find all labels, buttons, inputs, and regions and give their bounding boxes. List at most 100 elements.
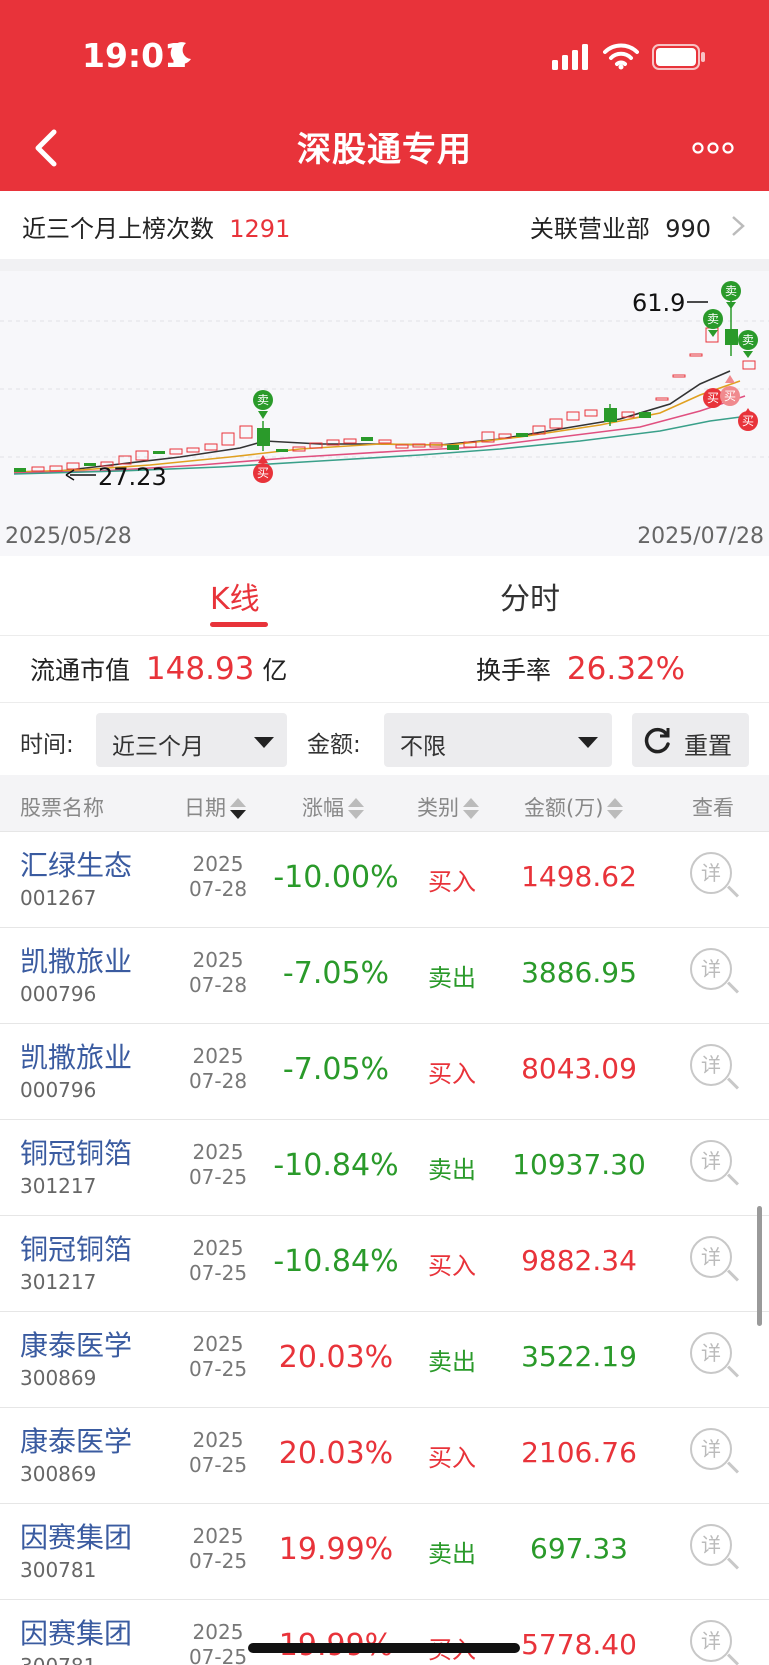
detail-search-icon[interactable]: 详: [688, 1042, 742, 1098]
stock-code: 301217: [20, 1174, 97, 1198]
change-percent: -7.05%: [282, 1052, 390, 1087]
wifi-icon: [603, 43, 639, 70]
stock-code: 301217: [20, 1270, 97, 1294]
detail-search-icon[interactable]: 详: [688, 946, 742, 1002]
date-year: 2025: [192, 1236, 244, 1260]
related-branch-link[interactable]: 关联营业部 990: [530, 209, 711, 244]
stock-name[interactable]: 铜冠铜箔: [20, 1132, 132, 1172]
page-title: 深股通专用: [297, 130, 472, 170]
table-row[interactable]: 凯撒旅业 000796 2025 07-28 -7.05% 买入 8043.09 …: [0, 1024, 769, 1120]
stock-name[interactable]: 康泰医学: [20, 1324, 132, 1364]
detail-search-icon[interactable]: 详: [688, 1426, 742, 1482]
table-row[interactable]: 汇绿生态 001267 2025 07-28 -10.00% 买入 1498.62…: [0, 832, 769, 928]
stock-name[interactable]: 因赛集团: [20, 1612, 132, 1652]
col-stock-name: 股票名称: [20, 796, 104, 820]
trade-type: 买入: [428, 868, 476, 896]
detail-search-icon[interactable]: 详: [688, 1330, 742, 1386]
detail-search-icon[interactable]: 详: [688, 1234, 742, 1290]
trade-type: 买入: [428, 1060, 476, 1088]
col-amount[interactable]: 金额(万): [524, 792, 624, 822]
table-header: 股票名称 日期 涨幅 类别 金额(万) 查看: [0, 775, 769, 832]
more-options-icon[interactable]: [692, 136, 734, 160]
stock-code: 000796: [20, 982, 97, 1006]
table-row[interactable]: 康泰医学 300869 2025 07-25 20.03% 买入 2106.76 …: [0, 1408, 769, 1504]
buy-marker[interactable]: 买: [703, 388, 723, 408]
rank-count-stat: 近三个月上榜次数 1291: [22, 209, 290, 244]
col-date-label: 日期: [184, 796, 226, 820]
col-type[interactable]: 类别: [417, 792, 479, 822]
sell-marker[interactable]: 卖: [253, 390, 273, 419]
sell-marker-text: 卖: [742, 333, 754, 347]
detail-glyph: 详: [690, 1524, 732, 1566]
trade-date: 2025 07-25: [178, 1524, 258, 1574]
col-change-label: 涨幅: [302, 796, 344, 820]
rank-count-label: 近三个月上榜次数: [22, 215, 214, 243]
date-month-day: 07-28: [188, 877, 248, 901]
sort-icon: [348, 797, 364, 821]
stock-code: 300869: [20, 1462, 97, 1486]
stock-name[interactable]: 康泰医学: [20, 1420, 132, 1460]
sell-marker-text: 卖: [725, 284, 737, 298]
sort-icon: [607, 797, 624, 821]
market-cap-unit: 亿: [262, 656, 288, 685]
filter-bar: 时间: 近三个月 金额: 不限 重置: [0, 703, 769, 775]
dropdown-arrow-icon: [254, 737, 274, 748]
trade-amount: 697.33: [530, 1532, 628, 1565]
chevron-right-icon[interactable]: [731, 215, 745, 237]
detail-search-icon[interactable]: 详: [688, 1522, 742, 1578]
stock-name[interactable]: 铜冠铜箔: [20, 1228, 132, 1268]
table-row[interactable]: 因赛集团 300781 2025 07-25 19.99% 卖出 697.33 详: [0, 1504, 769, 1600]
market-cap-label: 流通市值: [30, 656, 131, 685]
table-row[interactable]: 铜冠铜箔 301217 2025 07-25 -10.84% 卖出 10937.3…: [0, 1120, 769, 1216]
refresh-icon: [644, 727, 670, 754]
app-header: 19:01 深股通专用: [0, 0, 769, 191]
sell-marker[interactable]: 卖: [721, 281, 741, 309]
table-row[interactable]: 因赛集团 300781 202507-25 19.99% 买入 5778.40 …: [0, 1600, 769, 1665]
table-row[interactable]: 铜冠铜箔 301217 2025 07-25 -10.84% 买入 9882.34…: [0, 1216, 769, 1312]
stock-name[interactable]: 凯撒旅业: [20, 940, 132, 980]
sort-icon: [463, 797, 479, 821]
turnover-label: 换手率: [476, 656, 552, 685]
sell-marker-text: 卖: [257, 393, 269, 407]
home-indicator[interactable]: [248, 1643, 520, 1653]
time-filter-select[interactable]: 近三个月: [96, 713, 287, 767]
buy-marker[interactable]: 买: [738, 408, 758, 431]
chart-end-date: 2025/07/28: [637, 524, 764, 549]
detail-search-icon[interactable]: 详: [688, 1138, 742, 1194]
col-view: 查看: [692, 796, 734, 820]
stock-name[interactable]: 凯撒旅业: [20, 1036, 132, 1076]
table-row[interactable]: 康泰医学 300869 2025 07-25 20.03% 卖出 3522.19 …: [0, 1312, 769, 1408]
stock-name[interactable]: 因赛集团: [20, 1516, 132, 1556]
time-filter-value: 近三个月: [112, 734, 204, 760]
detail-search-icon[interactable]: 详: [688, 850, 742, 906]
market-cap-value: 148.93: [145, 651, 255, 687]
trade-type: 卖出: [428, 1540, 476, 1568]
col-date[interactable]: 日期: [184, 792, 246, 822]
tab-kline[interactable]: K线: [210, 574, 260, 618]
detail-glyph: 详: [690, 1044, 732, 1086]
tab-intraday[interactable]: 分时: [500, 574, 560, 618]
col-change[interactable]: 涨幅: [302, 792, 364, 822]
sort-icon: [230, 797, 246, 821]
trade-type: 买入: [428, 1444, 476, 1472]
detail-search-icon[interactable]: 详: [688, 1618, 742, 1665]
kline-chart[interactable]: 卖 买 卖 卖 卖 买 买 买 61.9 27.23 2025/05/28 20…: [0, 271, 769, 556]
sell-marker[interactable]: 卖: [738, 330, 758, 358]
reset-button[interactable]: 重置: [632, 713, 749, 767]
trade-type: 买入: [428, 1252, 476, 1280]
trade-date: 2025 07-28: [178, 948, 258, 998]
detail-glyph: 详: [690, 1236, 732, 1278]
table-row[interactable]: 凯撒旅业 000796 2025 07-28 -7.05% 卖出 3886.95 …: [0, 928, 769, 1024]
date-month-day: 07-25: [188, 1261, 248, 1285]
market-info: 流通市值 148.93 亿 换手率 26.32%: [0, 637, 769, 703]
rank-count-value: 1291: [229, 215, 291, 243]
stock-name[interactable]: 汇绿生态: [20, 844, 132, 884]
date-year: 2025: [192, 1044, 244, 1068]
trade-date: 2025 07-25: [178, 1428, 258, 1478]
date-month-day: 07-28: [188, 1069, 248, 1093]
buy-marker[interactable]: 买: [720, 375, 740, 406]
scrollbar[interactable]: [757, 1206, 762, 1326]
change-percent: 19.99%: [278, 1532, 394, 1567]
date-year: 2025: [192, 1332, 244, 1356]
amount-filter-select[interactable]: 不限: [384, 713, 612, 767]
